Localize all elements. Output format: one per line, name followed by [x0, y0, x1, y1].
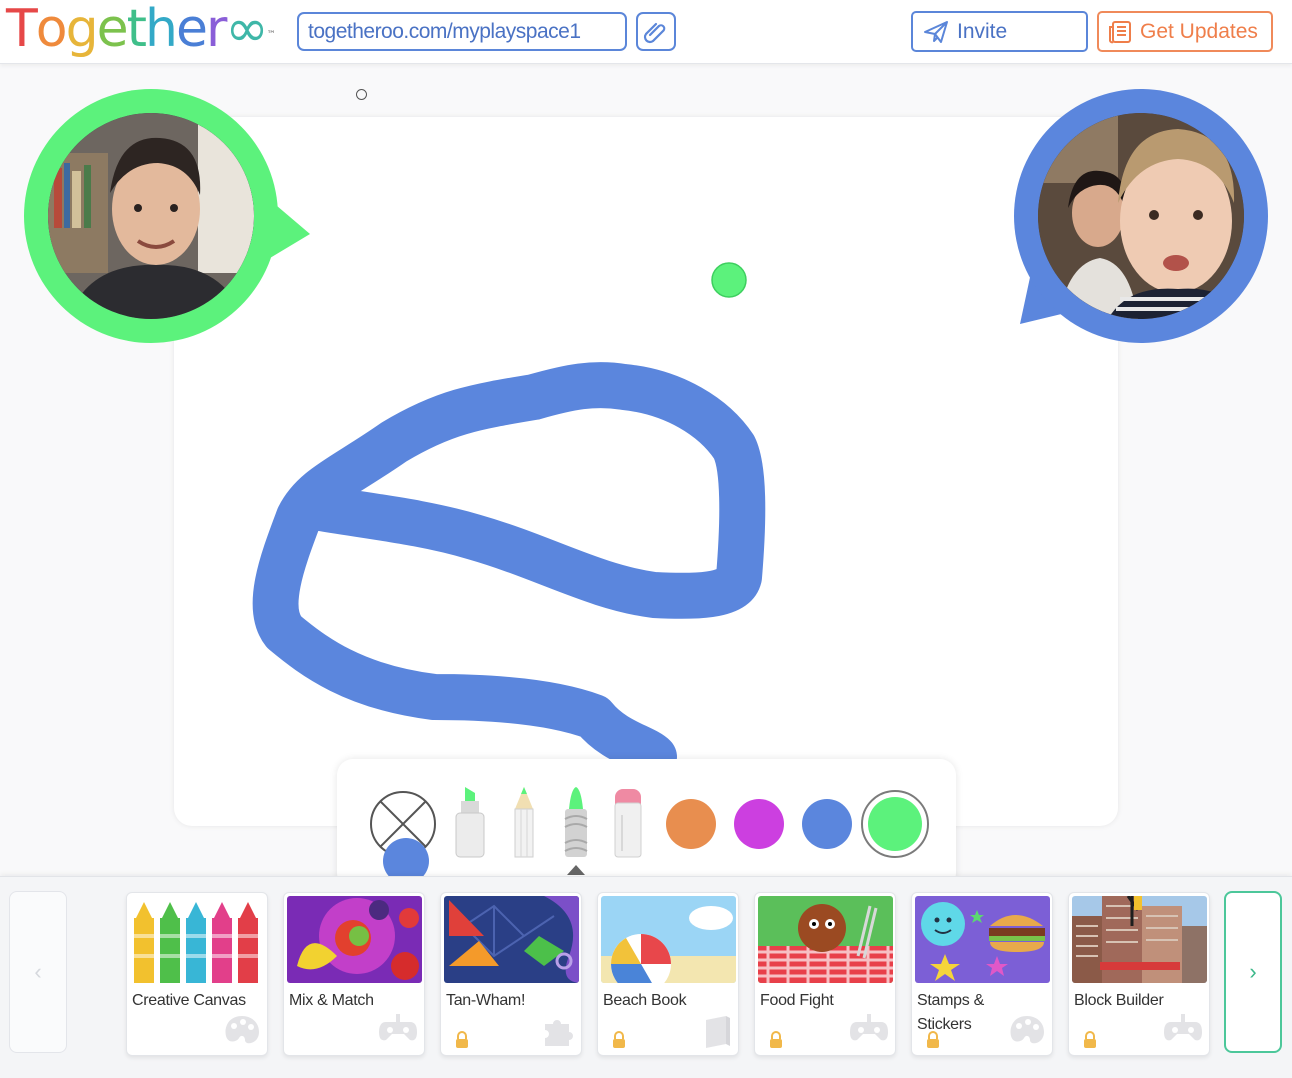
games-prev-button[interactable]: ‹: [9, 891, 67, 1053]
paper-plane-icon: [924, 20, 948, 43]
drawing-canvas[interactable]: [174, 117, 1118, 826]
drawn-stroke: [252, 362, 766, 780]
logo-letter: e: [175, 0, 208, 59]
book-icon: [706, 1016, 730, 1048]
logo-letter: h: [145, 0, 178, 59]
lock-icon: [927, 1031, 939, 1048]
game-card-tan-wham[interactable]: Tan-Wham!: [440, 892, 582, 1056]
palette-icon: [225, 1016, 259, 1044]
games-next-button[interactable]: ›: [1224, 891, 1282, 1053]
logo-letter: g: [65, 0, 99, 59]
game-thumbnail: [758, 896, 893, 983]
game-title: Food Fight: [760, 992, 834, 1009]
color-swatch-purple[interactable]: [732, 797, 786, 851]
invite-button[interactable]: Invite: [911, 11, 1088, 52]
remote-cursor: [356, 89, 367, 100]
logo-letter: e: [96, 0, 129, 59]
lock-icon: [456, 1031, 468, 1048]
top-bar: Together∞™ togetheroo.com/myplayspace1 I…: [0, 0, 1292, 64]
participant-video-kid-and-mom: [1038, 113, 1244, 319]
remote-video-bubble: [1010, 88, 1272, 355]
lock-icon: [613, 1031, 625, 1048]
lock-icon: [1084, 1031, 1096, 1048]
room-url-field[interactable]: togetheroo.com/myplayspace1: [297, 12, 627, 51]
togetheroo-logo[interactable]: Together∞™: [6, 0, 276, 60]
newspaper-icon: [1109, 20, 1131, 43]
game-thumbnail: [915, 896, 1050, 983]
marker-tool[interactable]: [453, 785, 487, 861]
selected-tool-caret: [567, 865, 585, 875]
game-thumbnail: [601, 896, 736, 983]
game-card-beach-book[interactable]: Beach Book: [597, 892, 739, 1056]
logo-letter: o: [35, 0, 68, 59]
game-thumbnail: [1072, 896, 1207, 983]
drawing-layer: [252, 362, 766, 780]
gamepad-icon: [379, 1014, 417, 1041]
logo-letter: r: [205, 0, 227, 59]
drawing-toolbar: [337, 759, 956, 889]
game-title: Mix & Match: [289, 992, 374, 1009]
pencil-tool[interactable]: [507, 785, 541, 861]
game-thumbnail: [287, 896, 422, 983]
trademark-mark: ™: [266, 30, 276, 40]
logo-letter: ∞: [225, 0, 268, 59]
game-card-creative-canvas[interactable]: Creative Canvas: [126, 892, 268, 1056]
game-title: Block Builder: [1074, 992, 1164, 1009]
game-card-stamps-and-stickers[interactable]: Stamps & Stickers: [911, 892, 1053, 1056]
get-updates-label: Get Updates: [1140, 19, 1258, 43]
game-title: Beach Book: [603, 992, 687, 1009]
chalk-tool[interactable]: [611, 785, 645, 861]
game-title: Tan-Wham!: [446, 992, 526, 1009]
invite-label: Invite: [957, 19, 1008, 43]
gamepad-icon: [1164, 1014, 1202, 1041]
logo-letter: t: [126, 0, 147, 59]
color-swatch-green[interactable]: [860, 789, 930, 859]
lock-icon: [770, 1031, 782, 1048]
local-video-bubble: [20, 88, 312, 355]
game-title: Creative Canvas: [132, 992, 246, 1009]
game-card-mix-and-match[interactable]: Mix & Match: [283, 892, 425, 1056]
game-thumbnail: [444, 896, 579, 983]
game-card-food-fight[interactable]: Food Fight: [754, 892, 896, 1056]
paperclip-icon: [643, 22, 666, 43]
game-card-block-builder[interactable]: Block Builder: [1068, 892, 1210, 1056]
copy-link-button[interactable]: [636, 12, 676, 51]
participant-video-dad: [48, 113, 254, 319]
palette-icon: [1010, 1016, 1044, 1044]
game-thumbnail: [130, 896, 265, 983]
logo-letter: T: [6, 0, 38, 59]
remote-pointer-dot: [711, 262, 747, 298]
crayon-tool[interactable]: [559, 785, 593, 861]
color-swatch-blue[interactable]: [800, 797, 854, 851]
get-updates-button[interactable]: Get Updates: [1097, 11, 1273, 52]
gamepad-icon: [850, 1014, 888, 1041]
color-swatch-orange[interactable]: [664, 797, 718, 851]
puzzle-icon: [545, 1020, 573, 1046]
